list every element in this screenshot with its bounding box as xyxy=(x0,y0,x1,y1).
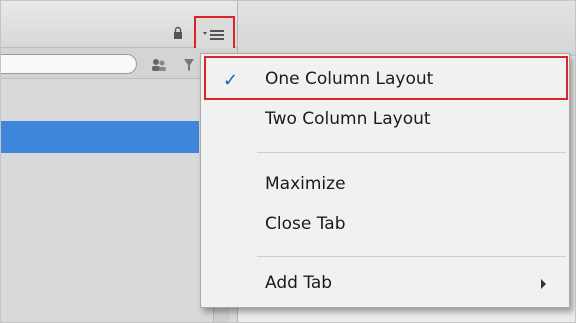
people-icon[interactable] xyxy=(151,58,167,72)
right-header xyxy=(238,1,575,56)
submenu-arrow-icon xyxy=(541,279,546,289)
menu-item-label: Close Tab xyxy=(265,214,346,234)
lock-icon xyxy=(174,26,182,39)
menu-item-two-column-layout[interactable]: Two Column Layout xyxy=(201,100,569,138)
menu-item-add-tab[interactable]: Add Tab xyxy=(201,264,569,302)
menu-item-one-column-layout[interactable]: ✓ One Column Layout xyxy=(201,60,569,98)
menu-separator xyxy=(257,256,566,257)
selected-list-row[interactable] xyxy=(1,121,199,153)
menu-item-maximize[interactable]: Maximize xyxy=(201,165,569,203)
search-input[interactable] xyxy=(1,54,137,74)
panel-header xyxy=(1,1,237,52)
panel-menu-icon xyxy=(203,30,224,40)
menu-item-label: Maximize xyxy=(265,174,346,194)
checkmark-icon: ✓ xyxy=(223,70,239,91)
menu-item-label: Add Tab xyxy=(265,273,333,293)
panel-menu-button[interactable] xyxy=(194,16,235,52)
menu-item-close-tab[interactable]: Close Tab xyxy=(201,205,569,243)
menu-separator xyxy=(257,152,566,153)
panel-options-menu: ✓ One Column Layout Two Column Layout Ma… xyxy=(200,53,570,308)
menu-item-label: One Column Layout xyxy=(265,69,434,89)
menu-item-label: Two Column Layout xyxy=(265,109,431,129)
filter-icon[interactable] xyxy=(183,58,195,72)
screenshot-frame: ✓ One Column Layout Two Column Layout Ma… xyxy=(0,0,576,323)
